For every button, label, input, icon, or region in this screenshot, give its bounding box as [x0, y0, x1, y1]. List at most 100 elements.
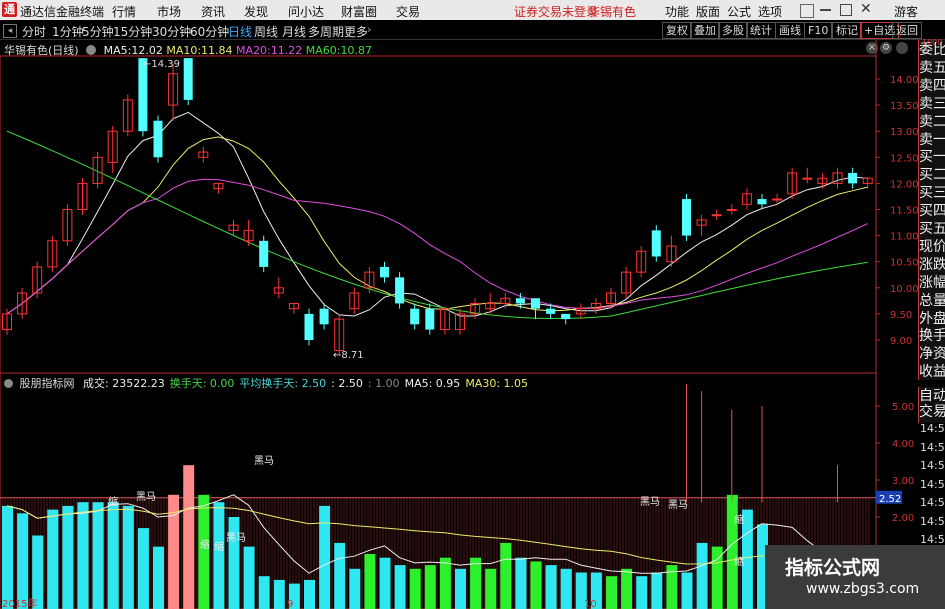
watermark-url: www.zbgs3.com	[806, 581, 920, 597]
sub-item-value: 1.00	[371, 377, 400, 390]
turnover-bar	[137, 528, 149, 609]
period-more[interactable]: 更多	[344, 23, 368, 40]
btn-mark[interactable]: 标记	[832, 22, 862, 39]
sub-chart-header: 股朋指标网 成交: 23522.23 换手天: 0.00 平均换手天: 2.50: …	[4, 375, 529, 390]
menu-function[interactable]: 功能	[665, 3, 689, 20]
signal-marker: 缩	[734, 555, 744, 568]
sub-item-value: 0.00	[206, 377, 235, 390]
period-60min[interactable]: 60分钟	[190, 23, 229, 40]
turnover-bar	[606, 576, 617, 609]
candle-body	[410, 308, 420, 325]
menu-formula[interactable]: 公式	[727, 3, 751, 20]
turnover-bar	[319, 505, 331, 609]
candle-body	[425, 308, 435, 330]
sub-y-tick-label: 5.00	[892, 402, 914, 413]
side-label[interactable]: 收益	[919, 362, 945, 382]
period-daily[interactable]: 日线	[228, 23, 252, 40]
btn-f10[interactable]: F10	[804, 22, 833, 39]
close-icon[interactable]: ✕	[860, 1, 872, 17]
turnover-bar	[409, 568, 421, 609]
stock-name-link[interactable]: 华锡有色	[588, 3, 636, 20]
sub-item-value: 0.95	[432, 377, 461, 390]
x-axis-label: 2015年	[2, 597, 37, 609]
turnover-bar	[62, 505, 74, 609]
signal-marker: 缩	[214, 540, 224, 553]
candle-body	[682, 199, 691, 236]
side-time: 14:56	[920, 514, 945, 528]
turnover-bar	[228, 517, 240, 609]
menu-ask[interactable]: 问小达	[288, 3, 324, 20]
turnover-bar	[2, 505, 13, 609]
sub-item-label: 成交:	[83, 377, 109, 390]
x-axis-label: 10	[584, 599, 597, 609]
btn-adjust[interactable]: 复权	[662, 22, 692, 39]
turnover-bar	[183, 465, 195, 609]
trade-login-status[interactable]: 证券交易未登录	[514, 3, 598, 20]
kline-chart[interactable]: 缩缩 缩缩黑马黑马黑马黑马 黑马缩 14.0013.5013.0012.5012.0…	[0, 40, 918, 609]
turnover-bar	[153, 546, 164, 609]
btn-overlay[interactable]: 叠加	[690, 22, 720, 39]
high-marker-value: 14.39	[151, 59, 181, 70]
period-30min[interactable]: 30分钟	[152, 23, 191, 40]
period-5min[interactable]: 5分钟	[82, 23, 114, 40]
signal-marker: 缩	[200, 538, 210, 551]
candle-body	[304, 313, 314, 340]
period-1min[interactable]: 1分钟	[52, 23, 84, 40]
turnover-bar	[92, 502, 104, 609]
x-axis-label: 9	[287, 599, 293, 609]
candle-body	[772, 198, 783, 201]
period-monthly[interactable]: 月线	[282, 23, 306, 40]
turnover-bar	[455, 568, 466, 609]
turnover-bar	[213, 502, 225, 609]
settings-icon[interactable]	[4, 379, 13, 388]
screen-icon[interactable]	[800, 4, 814, 18]
turnover-bar	[726, 494, 738, 609]
chevron-right-icon[interactable]: ›	[367, 23, 371, 36]
y-tick-label: 11.50	[890, 206, 918, 217]
maximize-icon[interactable]	[840, 4, 852, 16]
sub-item-label: MA30:	[465, 377, 501, 390]
menu-trade[interactable]: 交易	[396, 3, 420, 20]
period-weekly[interactable]: 周线	[254, 23, 278, 40]
menu-quotes[interactable]: 行情	[112, 3, 136, 20]
trade-label[interactable]: 交易	[919, 402, 945, 422]
turnover-bar	[364, 554, 376, 609]
candle-body	[183, 58, 193, 100]
turnover-bar	[560, 568, 572, 609]
y-tick-label: 13.00	[890, 127, 918, 138]
turnover-bar	[47, 509, 59, 609]
period-timeshare[interactable]: 分时	[22, 23, 46, 40]
btn-draw[interactable]: 画线	[775, 22, 805, 39]
period-15min[interactable]: 15分钟	[113, 23, 152, 40]
period-multi[interactable]: 多周期	[308, 23, 344, 40]
btn-stats[interactable]: 统计	[746, 22, 776, 39]
y-tick-label: 9.00	[890, 336, 912, 347]
sub-y-tick-label: 3.00	[892, 476, 914, 487]
menu-news[interactable]: 资讯	[201, 3, 225, 20]
turnover-bar	[500, 542, 512, 609]
collapse-icon[interactable]: ◂	[3, 24, 17, 38]
menu-discover[interactable]: 发现	[244, 3, 268, 20]
sub-chart-title: 股朋指标网	[19, 377, 75, 390]
signal-marker: 黑马	[640, 496, 660, 508]
menu-options[interactable]: 选项	[758, 3, 782, 20]
sub-item-value: 1.05	[500, 377, 529, 390]
btn-multistock[interactable]: 多股	[718, 22, 748, 39]
minimize-icon[interactable]	[820, 9, 831, 11]
side-time: 14:56	[920, 422, 945, 435]
y-tick-label: 10.50	[890, 258, 918, 269]
signal-marker: 缩	[734, 513, 744, 526]
btn-back[interactable]: 返回	[892, 22, 922, 39]
y-tick-label: 10.00	[890, 284, 918, 295]
menu-wealth[interactable]: 财富圈	[341, 3, 377, 20]
app-logo-icon: 通	[2, 2, 17, 17]
menu-layout[interactable]: 版面	[696, 3, 720, 20]
menu-market[interactable]: 市场	[157, 3, 181, 20]
turnover-bar	[545, 565, 557, 609]
signal-marker: 黑马	[254, 455, 274, 467]
turnover-bar	[394, 565, 406, 609]
candle-body	[515, 298, 525, 304]
turnover-bar	[17, 513, 29, 609]
sub-y-tick-label: 4.00	[892, 439, 914, 450]
user-label[interactable]: 游客	[894, 3, 918, 20]
